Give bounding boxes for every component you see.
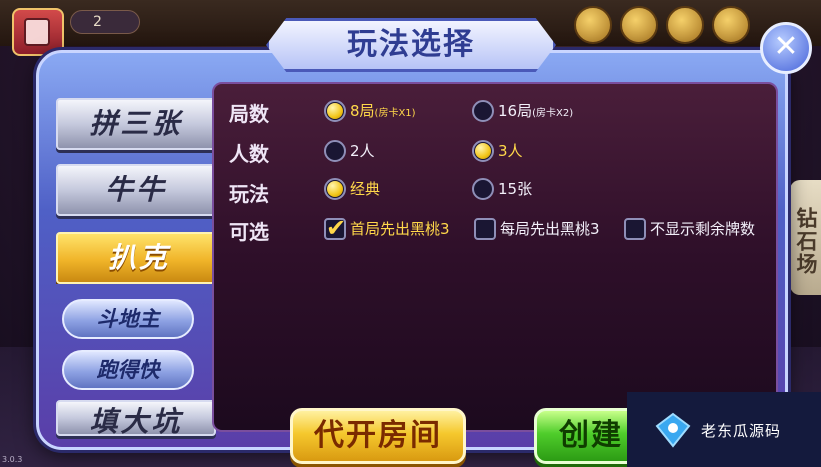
menu-icon[interactable] — [620, 6, 658, 44]
option-8-rounds: 8局(房卡X1) — [350, 102, 416, 120]
rounds-label: 局数 — [229, 102, 269, 126]
diamond-room-tab[interactable]: 钻石场 — [790, 180, 821, 295]
coin-counter: 2 — [70, 10, 140, 34]
players-label: 人数 — [229, 142, 269, 166]
option-first-round-spade3: 首局先出黑桃3 — [350, 220, 450, 238]
watermark-text: 老东瓜源码 — [701, 422, 782, 440]
open-room-for-others-button[interactable]: 代开房间 — [290, 408, 466, 464]
close-icon: ✕ — [773, 29, 799, 64]
close-button[interactable]: ✕ — [760, 22, 812, 74]
radio-15-cards[interactable] — [472, 178, 494, 200]
checkbox-first-round-spade3[interactable]: ✔ — [324, 214, 346, 242]
subcategory-doudizhu[interactable]: 斗地主 — [62, 299, 194, 339]
mode-label: 玩法 — [229, 182, 269, 206]
watermark: 老东瓜源码 — [627, 392, 821, 467]
radio-classic[interactable] — [324, 178, 346, 200]
option-15-cards: 15张 — [498, 180, 533, 198]
option-every-round-spade3: 每局先出黑桃3 — [500, 220, 600, 238]
subcategory-paodekuai[interactable]: 跑得快 — [62, 350, 194, 390]
option-hide-remaining: 不显示剩余牌数 — [650, 220, 756, 238]
category-tiandakeng[interactable]: 填大坑 — [56, 400, 216, 436]
checkbox-hide-remaining[interactable] — [624, 218, 646, 240]
options-panel — [212, 82, 778, 432]
category-poker[interactable]: 扒克 — [56, 232, 222, 284]
category-pinsanzhang[interactable]: 拼三张 — [56, 98, 216, 150]
checkmark-icon: ✔ — [326, 214, 347, 242]
avatar-icon — [24, 18, 50, 46]
version-label: 3.0.3 — [2, 455, 23, 464]
optional-label: 可选 — [229, 220, 269, 244]
option-2-players: 2人 — [350, 142, 375, 160]
radio-2-players[interactable] — [324, 140, 346, 162]
settings-icon[interactable] — [574, 6, 612, 44]
diamond-icon — [655, 412, 691, 448]
category-niuniu[interactable]: 牛牛 — [56, 164, 216, 216]
shop-icon[interactable] — [666, 6, 704, 44]
player-avatar[interactable] — [12, 8, 64, 56]
radio-8-rounds[interactable] — [324, 100, 346, 122]
checkbox-every-round-spade3[interactable] — [474, 218, 496, 240]
option-classic: 经典 — [350, 180, 381, 198]
help-icon[interactable] — [712, 6, 750, 44]
dialog-title: 玩法选择 — [347, 27, 475, 62]
option-3-players: 3人 — [498, 142, 523, 160]
radio-16-rounds[interactable] — [472, 100, 494, 122]
option-16-rounds: 16局(房卡X2) — [498, 102, 574, 120]
radio-3-players[interactable] — [472, 140, 494, 162]
